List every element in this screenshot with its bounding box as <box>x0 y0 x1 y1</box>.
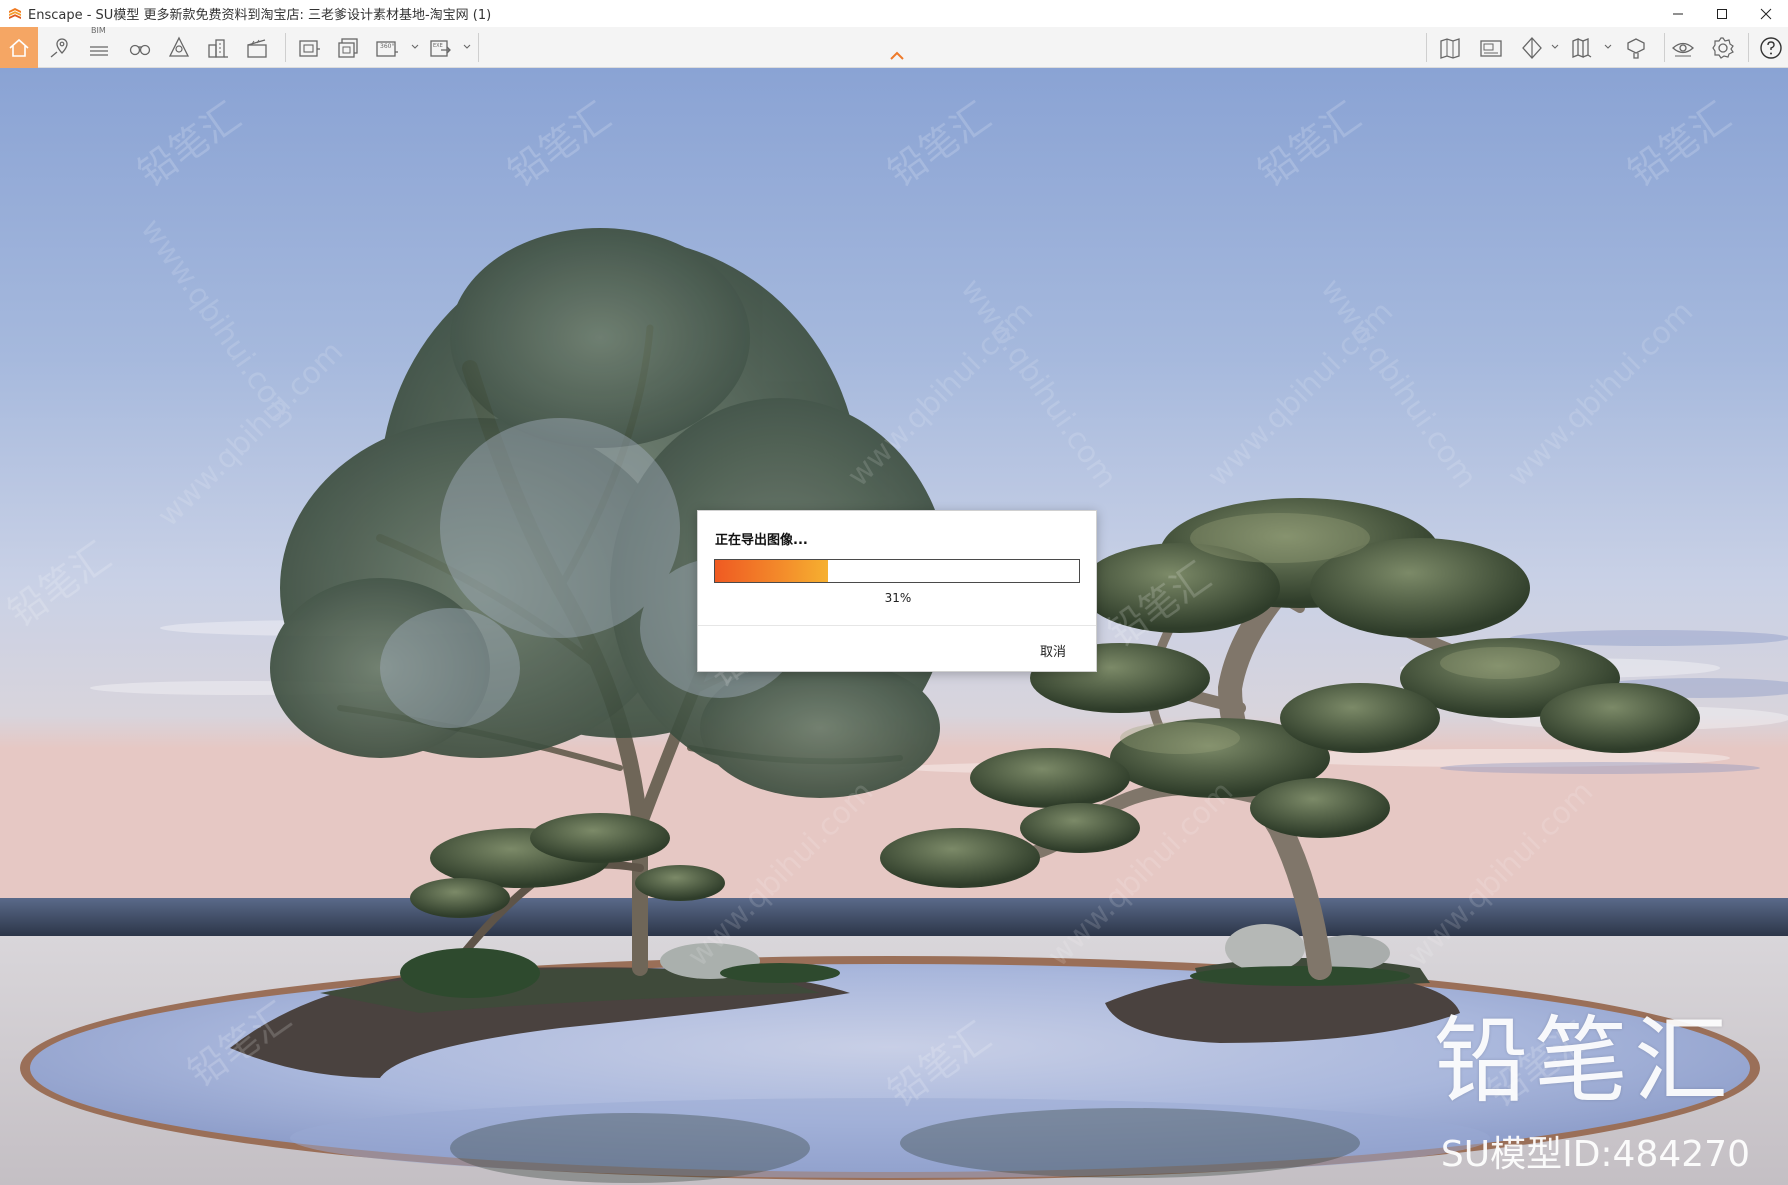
panorama-button[interactable]: 360° <box>368 27 406 68</box>
settings-button[interactable] <box>1704 27 1742 68</box>
home-button[interactable] <box>0 27 38 68</box>
close-icon <box>1760 8 1772 19</box>
asset-dropdown-button[interactable] <box>1603 39 1613 55</box>
visual-settings-button[interactable] <box>1664 27 1702 68</box>
home-icon <box>9 38 29 57</box>
close-button[interactable] <box>1744 0 1788 27</box>
progress-bar <box>714 559 1080 583</box>
help-button[interactable] <box>1752 27 1788 68</box>
dialog-divider <box>698 625 1096 626</box>
asset-library-button[interactable] <box>1563 27 1601 68</box>
batch-render-icon <box>338 37 358 58</box>
svg-text:360°: 360° <box>380 43 394 50</box>
cancel-button[interactable]: 取消 <box>1040 641 1066 660</box>
material-editor-button[interactable] <box>1617 27 1655 68</box>
bim-button[interactable]: BIM <box>80 26 118 68</box>
visibility-icon <box>1672 42 1694 56</box>
progress-percent: 31% <box>884 591 912 605</box>
minimize-button[interactable] <box>1656 0 1700 27</box>
toolbar-separator <box>285 33 286 62</box>
dialog-title: 正在导出图像... <box>715 533 808 548</box>
video-clapper-icon <box>247 38 267 58</box>
toolbar-separator <box>1748 33 1749 62</box>
bim-icon <box>90 45 108 56</box>
sections-button[interactable] <box>1513 27 1551 68</box>
svg-text:EXE: EXE <box>433 43 443 49</box>
brand-watermark: 铅笔汇 <box>1433 1007 1734 1116</box>
render-image-button[interactable] <box>290 27 328 68</box>
cube-icon <box>1522 36 1542 59</box>
maximize-button[interactable] <box>1700 0 1744 27</box>
site-context-icon <box>168 36 190 57</box>
render-image-icon <box>299 39 320 57</box>
chevron-down-icon <box>1551 44 1559 49</box>
export-icon: EXE <box>430 39 451 57</box>
settings-gear-icon <box>1712 36 1734 59</box>
map-pin-icon <box>50 37 68 57</box>
enscape-logo-icon <box>8 7 22 21</box>
bim-label: BIM <box>91 26 106 35</box>
toolbar-separator <box>478 33 479 62</box>
views-button[interactable] <box>1472 27 1510 68</box>
location-button[interactable] <box>41 27 79 68</box>
panorama-dropdown-button[interactable] <box>410 39 420 55</box>
window-title: Enscape - SU模型 更多新款免费资料到淘宝店: 三老爹设计素材基地-淘… <box>28 8 492 23</box>
model-id-label: SU模型ID:484270 <box>1440 1134 1750 1175</box>
materials-icon <box>1627 37 1645 59</box>
maximize-icon <box>1717 8 1727 19</box>
collapse-toolbar-button[interactable] <box>886 48 908 62</box>
chevron-down-icon <box>411 44 419 49</box>
batch-render-button[interactable] <box>329 27 367 68</box>
buildings-button[interactable] <box>199 27 237 68</box>
site-context-button[interactable] <box>160 27 198 68</box>
toolbar-separator <box>1426 33 1427 62</box>
export-button[interactable]: EXE <box>421 27 459 68</box>
progress-fill <box>715 560 828 582</box>
map-button[interactable] <box>1431 27 1469 68</box>
binoculars-icon <box>129 44 151 55</box>
title-bar: Enscape - SU模型 更多新款免费资料到淘宝店: 三老爹设计素材基地-淘… <box>0 0 1788 27</box>
video-editor-button[interactable] <box>238 27 276 68</box>
help-icon <box>1760 36 1782 59</box>
sections-dropdown-button[interactable] <box>1550 39 1560 55</box>
panorama-360-icon: 360° <box>376 40 398 57</box>
views-icon <box>1480 39 1502 57</box>
chevron-up-icon <box>890 51 904 60</box>
chevron-down-icon <box>1604 44 1612 49</box>
asset-library-icon <box>1572 37 1592 58</box>
export-dropdown-button[interactable] <box>462 39 472 55</box>
chevron-down-icon <box>463 44 471 49</box>
minimize-icon <box>1673 13 1683 14</box>
map-icon <box>1440 37 1460 59</box>
walk-mode-button[interactable] <box>121 27 159 68</box>
buildings-icon <box>208 38 228 58</box>
export-progress-dialog: 正在导出图像... 31% 取消 <box>697 510 1097 672</box>
